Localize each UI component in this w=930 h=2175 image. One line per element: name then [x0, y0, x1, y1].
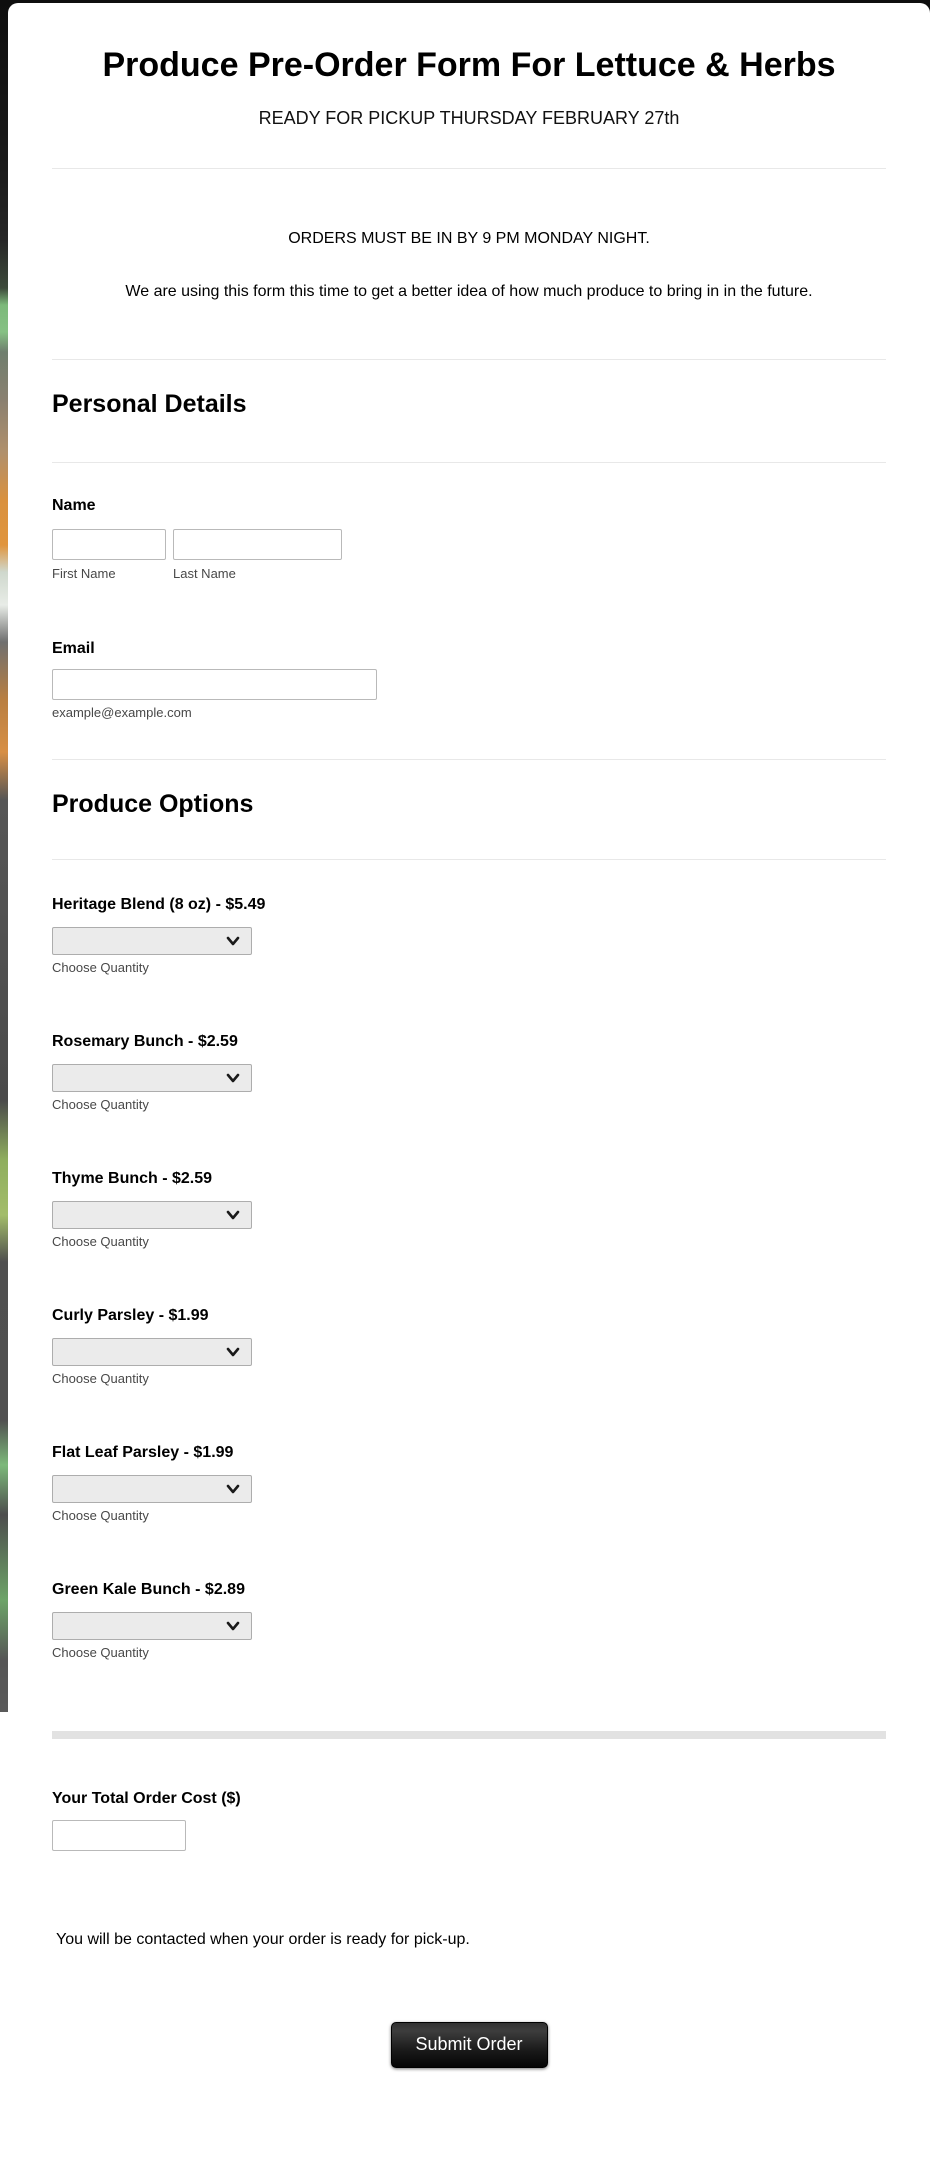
submit-row: Submit Order [52, 2021, 886, 2068]
choose-quantity-sublabel: Choose Quantity [52, 1233, 149, 1249]
last-name-sublabel: Last Name [173, 565, 236, 581]
choose-quantity-sublabel: Choose Quantity [52, 1507, 149, 1523]
product-label: Thyme Bunch - $2.59 [52, 1169, 213, 1187]
divider [52, 167, 886, 169]
intro-purpose-text: We are using this form this time to get … [125, 282, 813, 300]
choose-quantity-sublabel: Choose Quantity [52, 959, 149, 975]
quantity-select-rosemary-bunch[interactable] [52, 1063, 252, 1092]
quantity-select-thyme-bunch[interactable] [52, 1200, 252, 1229]
section-thick-divider [52, 1730, 886, 1739]
choose-quantity-sublabel: Choose Quantity [52, 1644, 149, 1660]
product-label: Curly Parsley - $1.99 [52, 1306, 209, 1324]
email-field-label: Email [52, 639, 95, 657]
quantity-select-green-kale-bunch[interactable] [52, 1611, 252, 1640]
section-heading-personal-details: Personal Details [52, 389, 247, 418]
product-label: Flat Leaf Parsley - $1.99 [52, 1443, 234, 1461]
email-input[interactable] [52, 668, 377, 700]
product-heritage-blend: Heritage Blend (8 oz) - $5.49 Choose Qua… [52, 896, 886, 976]
email-sublabel: example@example.com [52, 704, 192, 720]
product-label: Heritage Blend (8 oz) - $5.49 [52, 895, 266, 913]
quantity-select-wrap [52, 1611, 252, 1640]
divider [52, 461, 886, 463]
product-rosemary-bunch: Rosemary Bunch - $2.59 Choose Quantity [52, 1033, 886, 1113]
quantity-select-wrap [52, 1474, 252, 1503]
last-name-input[interactable] [173, 528, 342, 560]
form-subtitle: READY FOR PICKUP THURSDAY FEBRUARY 27th [258, 107, 680, 128]
first-name-input[interactable] [52, 528, 166, 560]
product-green-kale-bunch: Green Kale Bunch - $2.89 Choose Quantity [52, 1581, 886, 1661]
choose-quantity-sublabel: Choose Quantity [52, 1096, 149, 1112]
first-name-sublabel: First Name [52, 565, 116, 581]
product-flat-leaf-parsley: Flat Leaf Parsley - $1.99 Choose Quantit… [52, 1444, 886, 1524]
quantity-select-flat-leaf-parsley[interactable] [52, 1474, 252, 1503]
product-curly-parsley: Curly Parsley - $1.99 Choose Quantity [52, 1307, 886, 1387]
form-card: Produce Pre-Order Form For Lettuce & Her… [8, 3, 930, 2175]
quantity-select-wrap [52, 1200, 252, 1229]
total-cost-label: Your Total Order Cost ($) [52, 1789, 241, 1807]
product-label: Rosemary Bunch - $2.59 [52, 1032, 238, 1050]
quantity-select-heritage-blend[interactable] [52, 926, 252, 955]
divider [52, 858, 886, 860]
choose-quantity-sublabel: Choose Quantity [52, 1370, 149, 1386]
intro-deadline-text: ORDERS MUST BE IN BY 9 PM MONDAY NIGHT. [288, 229, 650, 247]
product-thyme-bunch: Thyme Bunch - $2.59 Choose Quantity [52, 1170, 886, 1250]
name-sublabels-row: First Name Last Name [52, 566, 886, 582]
name-inputs-row [52, 528, 886, 560]
name-field-label: Name [52, 496, 96, 514]
section-heading-produce-options: Produce Options [52, 789, 254, 818]
submit-order-button[interactable]: Submit Order [390, 2021, 548, 2068]
form-title: Produce Pre-Order Form For Lettuce & Her… [102, 46, 836, 84]
total-cost-input[interactable] [52, 1819, 186, 1851]
pickup-note: You will be contacted when your order is… [56, 1930, 470, 1948]
divider [52, 758, 886, 760]
divider [52, 358, 886, 360]
quantity-select-wrap [52, 1063, 252, 1092]
quantity-select-wrap [52, 926, 252, 955]
quantity-select-curly-parsley[interactable] [52, 1337, 252, 1366]
quantity-select-wrap [52, 1337, 252, 1366]
product-label: Green Kale Bunch - $2.89 [52, 1580, 245, 1598]
